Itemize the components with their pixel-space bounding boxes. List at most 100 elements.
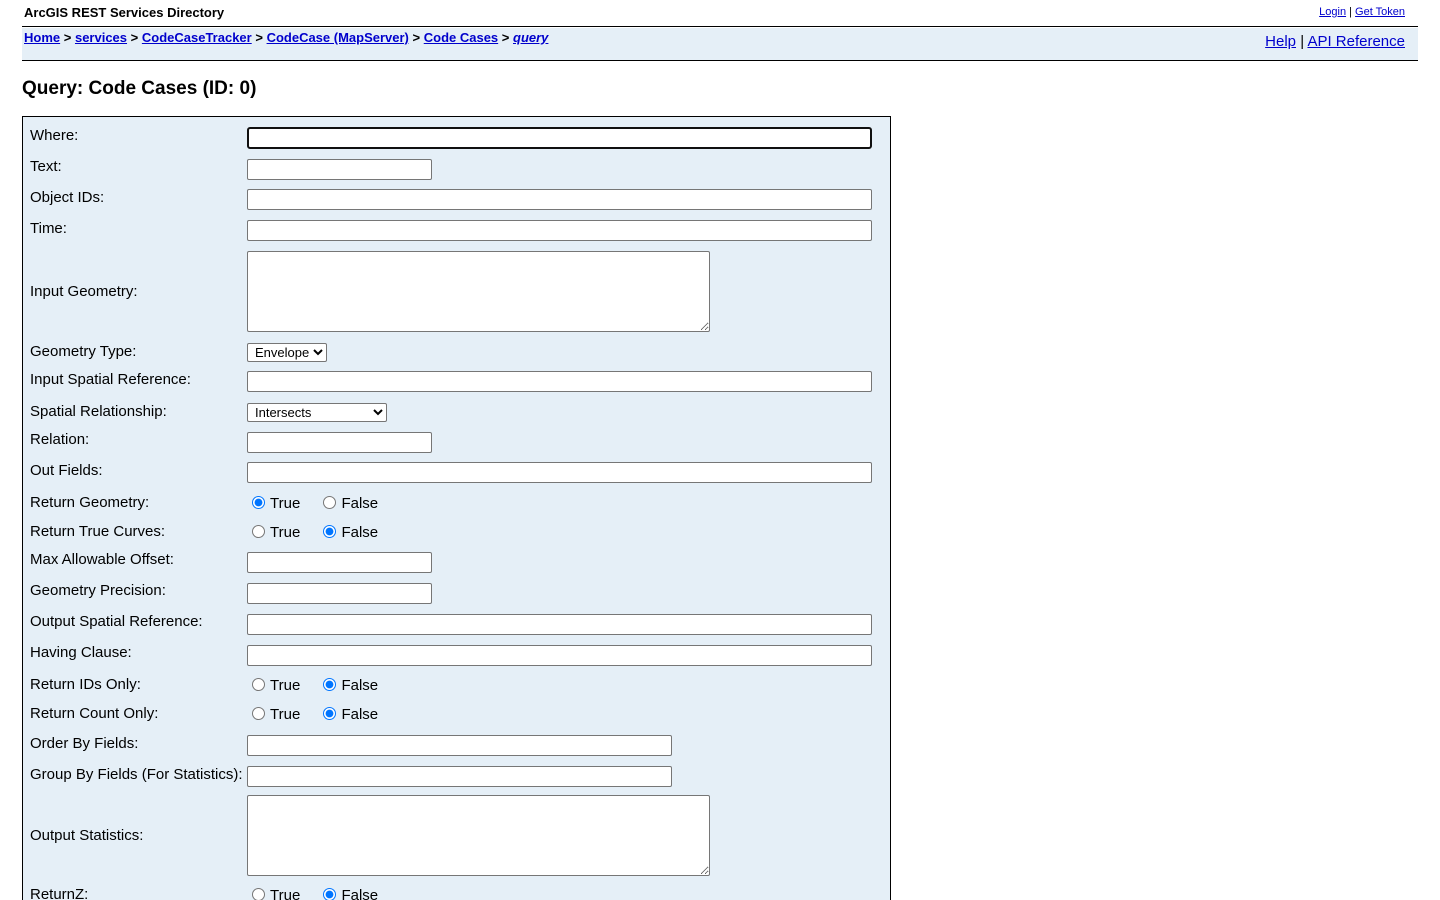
breadcrumb-code-cases[interactable]: Code Cases [424,30,498,45]
return-true-curves-false-radio[interactable] [323,525,337,538]
breadcrumb-separator: > [63,30,72,45]
max-offset-label: Max Allowable Offset: [30,551,174,568]
where-input[interactable] [247,127,872,149]
breadcrumb-codecasetracker[interactable]: CodeCaseTracker [142,30,252,45]
page-title: Query: Code Cases (ID: 0) [22,78,257,99]
breadcrumb-separator: > [412,30,421,45]
order-by-label: Order By Fields: [30,735,139,752]
radio-label: False [341,887,379,900]
return-geometry-true[interactable]: True [247,495,300,512]
output-sr-input[interactable] [247,614,872,635]
help-links: Help | API Reference [1265,33,1405,50]
return-ids-only-radio-group: True False [247,677,392,694]
radio-label: False [341,706,379,723]
return-geometry-false-radio[interactable] [323,496,337,509]
object-ids-input[interactable] [247,189,872,210]
return-geometry-radio-group: True False [247,495,392,512]
return-count-only-radio-group: True False [247,706,392,723]
group-by-label: Group By Fields (For Statistics): [30,766,243,783]
radio-label: False [341,495,379,512]
breadcrumb-codecase-mapserver[interactable]: CodeCase (MapServer) [267,30,409,45]
out-fields-input[interactable] [247,462,872,483]
return-geometry-label: Return Geometry: [30,494,150,511]
return-z-false-radio[interactable] [323,888,337,900]
breadcrumb-query[interactable]: query [513,30,548,45]
output-sr-label: Output Spatial Reference: [30,613,203,630]
return-true-curves-radio-group: True False [247,524,392,541]
breadcrumb-separator: > [501,30,510,45]
output-statistics-label: Output Statistics: [30,827,144,844]
relation-input[interactable] [247,432,432,453]
group-by-input[interactable] [247,766,672,787]
return-z-true-radio[interactable] [252,888,265,900]
radio-label: True [270,677,301,694]
return-z-radio-group: True False [247,887,392,900]
breadcrumb: Home > services > CodeCaseTracker > Code… [24,30,548,45]
get-token-link[interactable]: Get Token [1355,6,1405,18]
api-reference-link[interactable]: API Reference [1307,33,1405,50]
return-count-only-true-radio[interactable] [252,707,265,720]
return-geometry-false[interactable]: False [318,495,378,512]
object-ids-label: Object IDs: [30,189,105,206]
relation-label: Relation: [30,431,90,448]
user-links: Login | Get Token [1319,6,1405,18]
return-geometry-true-radio[interactable] [252,496,265,509]
breadcrumb-services[interactable]: services [75,30,127,45]
user-links-separator: | [1349,6,1352,18]
radio-label: True [270,887,301,900]
text-input[interactable] [247,159,432,180]
radio-label: True [270,706,301,723]
spatial-rel-label: Spatial Relationship: [30,403,167,420]
return-true-curves-false[interactable]: False [318,524,378,541]
help-link[interactable]: Help [1265,33,1296,50]
input-geometry-textarea[interactable] [247,251,710,332]
input-sr-label: Input Spatial Reference: [30,371,191,388]
geometry-precision-label: Geometry Precision: [30,582,166,599]
login-link[interactable]: Login [1319,6,1346,18]
radio-label: True [270,495,301,512]
return-true-curves-true-radio[interactable] [252,525,265,538]
app-title: ArcGIS REST Services Directory [24,5,225,20]
return-z-false[interactable]: False [318,887,378,900]
return-count-only-true[interactable]: True [247,706,300,723]
radio-label: False [341,677,379,694]
return-z-label: ReturnZ: [30,886,89,900]
having-label: Having Clause: [30,644,132,661]
return-ids-only-false[interactable]: False [318,677,378,694]
time-label: Time: [30,220,67,237]
where-label: Where: [30,127,79,144]
user-bar: ArcGIS REST Services Directory Login | G… [22,0,1418,27]
query-page: ArcGIS REST Services Directory Login | G… [0,0,1440,900]
breadcrumb-home[interactable]: Home [24,30,60,45]
nav-bar: Home > services > CodeCaseTracker > Code… [22,28,1418,61]
radio-label: True [270,524,301,541]
return-ids-only-false-radio[interactable] [323,678,337,691]
input-geometry-label: Input Geometry: [30,283,138,300]
output-statistics-textarea[interactable] [247,795,710,876]
geometry-type-select[interactable]: Envelope [247,343,327,362]
return-count-only-label: Return Count Only: [30,705,159,722]
input-sr-input[interactable] [247,371,872,392]
return-count-only-false[interactable]: False [318,706,378,723]
help-links-separator: | [1300,33,1305,50]
return-count-only-false-radio[interactable] [323,707,337,720]
query-form: Where: Text: Object IDs: Time: Input Geo… [22,116,891,900]
radio-label: False [341,524,379,541]
spatial-rel-select[interactable]: Intersects [247,403,387,422]
geometry-type-label: Geometry Type: [30,343,137,360]
return-ids-only-true[interactable]: True [247,677,300,694]
order-by-input[interactable] [247,735,672,756]
text-label: Text: [30,158,62,175]
max-offset-input[interactable] [247,552,432,573]
time-input[interactable] [247,220,872,241]
geometry-precision-input[interactable] [247,583,432,604]
return-ids-only-true-radio[interactable] [252,678,265,691]
return-z-true[interactable]: True [247,887,300,900]
out-fields-label: Out Fields: [30,462,103,479]
breadcrumb-separator: > [255,30,263,45]
breadcrumb-separator: > [130,30,139,45]
return-true-curves-label: Return True Curves: [30,523,166,540]
return-ids-only-label: Return IDs Only: [30,676,141,693]
return-true-curves-true[interactable]: True [247,524,300,541]
having-input[interactable] [247,645,872,666]
